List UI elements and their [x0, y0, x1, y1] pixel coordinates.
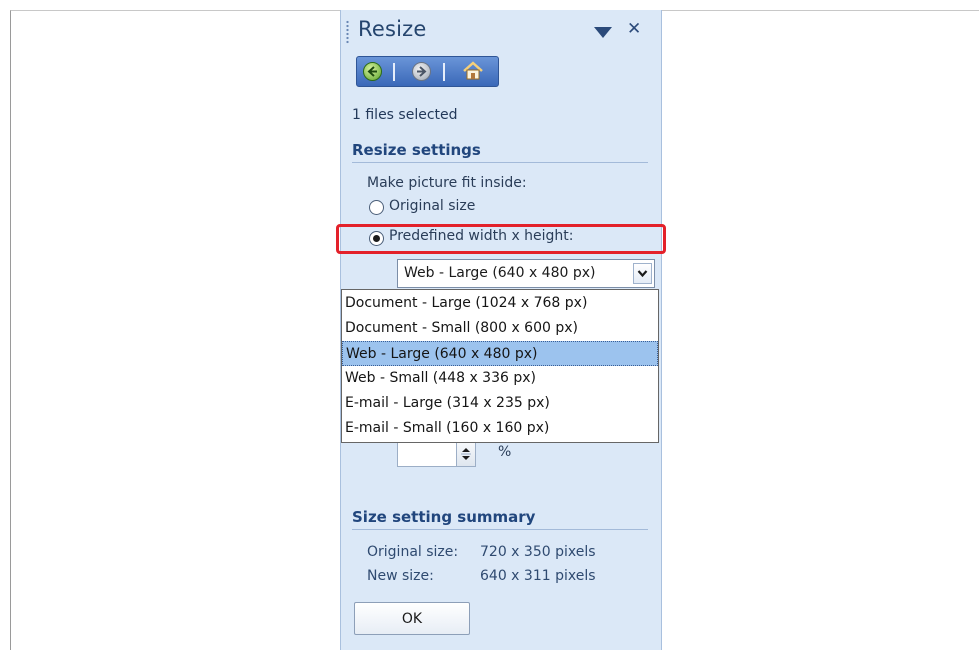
predefined-size-select[interactable]: Web - Large (640 x 480 px)	[397, 259, 655, 288]
dropdown-option[interactable]: E-mail - Small (160 x 160 px)	[342, 416, 658, 441]
radio-selected-dot	[373, 235, 380, 242]
percent-symbol: %	[498, 444, 512, 460]
toolbar-separator	[443, 63, 445, 81]
size-summary-heading: Size setting summary	[352, 508, 648, 530]
pane-title: Resize	[358, 17, 427, 41]
size-options-dropdown: Document - Large (1024 x 768 px) Documen…	[341, 289, 659, 443]
original-size-radio[interactable]	[369, 200, 384, 215]
dropdown-option-selected[interactable]: Web - Large (640 x 480 px)	[342, 341, 658, 366]
dropdown-option[interactable]: Web - Small (448 x 336 px)	[342, 366, 658, 391]
toolbar-separator	[393, 63, 395, 81]
resize-settings-heading: Resize settings	[352, 141, 648, 163]
new-size-summary-value: 640 x 311 pixels	[480, 568, 596, 584]
navigation-toolbar	[356, 56, 499, 87]
dropdown-option[interactable]: Document - Large (1024 x 768 px)	[342, 291, 658, 316]
percent-input[interactable]	[397, 443, 457, 467]
percent-spinner[interactable]	[456, 443, 476, 467]
predefined-size-label[interactable]: Predefined width x height:	[389, 228, 574, 244]
original-size-summary-label: Original size:	[367, 544, 459, 560]
original-size-summary-value: 720 x 350 pixels	[480, 544, 596, 560]
home-icon[interactable]	[462, 61, 484, 81]
new-size-summary-label: New size:	[367, 568, 434, 584]
chevron-down-icon[interactable]	[633, 263, 652, 284]
pane-grip-handle[interactable]	[346, 20, 349, 44]
predefined-size-radio[interactable]	[369, 231, 384, 246]
dropdown-option[interactable]: Document - Small (800 x 600 px)	[342, 316, 658, 341]
fit-inside-label: Make picture fit inside:	[367, 175, 527, 191]
original-size-label[interactable]: Original size	[389, 198, 475, 214]
forward-arrow-icon[interactable]	[412, 62, 431, 81]
pane-menu-dropdown-icon[interactable]	[594, 27, 612, 38]
pane-close-icon[interactable]: ✕	[627, 19, 641, 39]
select-current-value: Web - Large (640 x 480 px)	[404, 265, 596, 281]
ok-button[interactable]: OK	[354, 602, 470, 635]
files-selected-count: 1 files selected	[352, 107, 458, 123]
dropdown-option[interactable]: E-mail - Large (314 x 235 px)	[342, 391, 658, 416]
back-arrow-icon[interactable]	[363, 62, 382, 81]
